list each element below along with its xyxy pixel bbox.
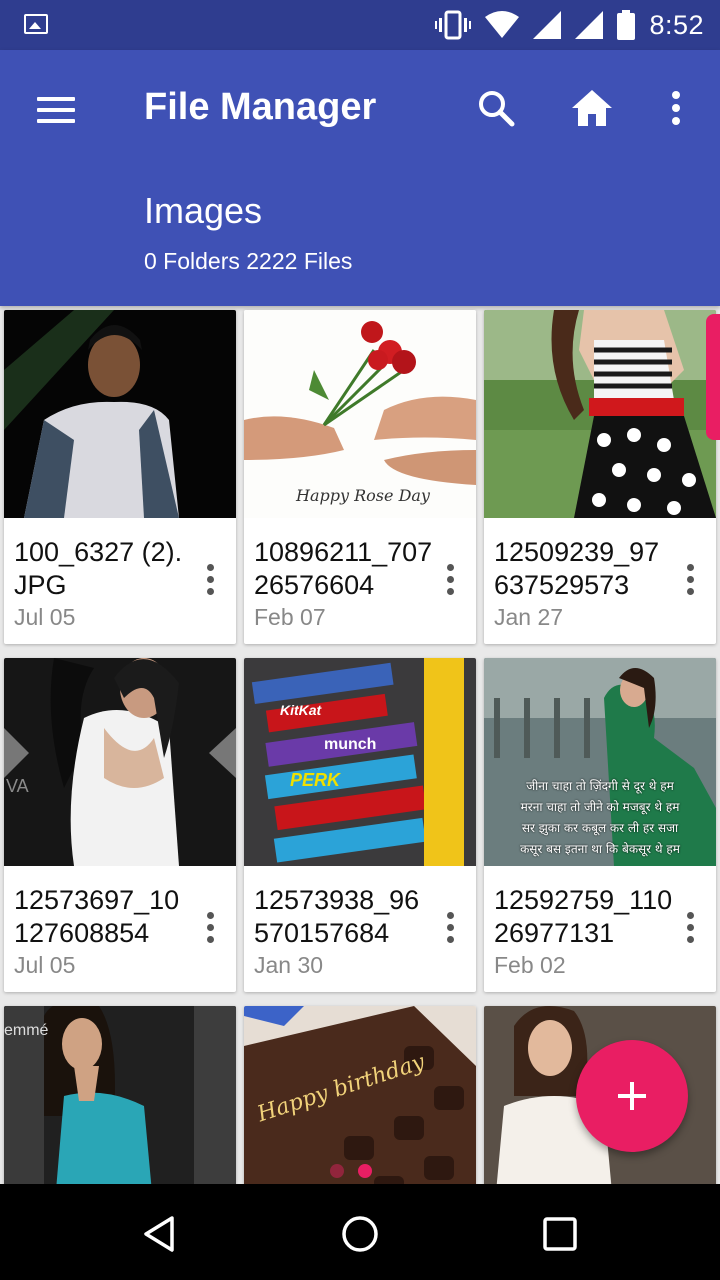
file-name: 12573697_10127608854 [14, 885, 180, 948]
file-card[interactable]: emmé [4, 1006, 236, 1184]
status-icons: 8:52 [435, 8, 704, 42]
file-card[interactable]: VA 12573697_10127608854 Jul 05 [4, 658, 236, 992]
file-card[interactable]: 12509239_97637529573 Jan 27 [484, 310, 716, 644]
gallery-icon [24, 14, 48, 34]
section-title: Images [144, 190, 263, 231]
file-date: Jul 05 [14, 952, 76, 978]
file-name: 12573938_96570157684 [254, 885, 420, 948]
more-vert-icon[interactable] [190, 902, 230, 952]
more-vert-icon[interactable] [430, 902, 470, 952]
file-card[interactable]: 100_6327 (2).JPG Jul 05 [4, 310, 236, 644]
brand-text: emmé [4, 1022, 49, 1039]
more-vert-icon[interactable] [190, 554, 230, 604]
image-thumbnail: Happy birthday [244, 1006, 476, 1184]
signal-icon [575, 11, 604, 39]
backdrop-text: VA [6, 776, 29, 796]
poem-line: कसूर बस इतना था कि बेकसूर थे हम [520, 842, 680, 856]
choc-label: munch [324, 736, 377, 753]
section-subtitle: 0 Folders 2222 Files [144, 248, 353, 274]
file-name: 10896211_70726576604 [254, 537, 433, 600]
poem-overlay: जीना चाहा तो ज़िंदगी से दूर थे हम मरना च… [484, 776, 716, 860]
choc-label: PERK [290, 770, 341, 790]
file-date: Jan 30 [254, 952, 324, 978]
more-vert-icon[interactable] [670, 554, 710, 604]
more-vert-icon[interactable] [648, 80, 704, 136]
home-nav-icon[interactable] [330, 1204, 390, 1264]
edge-handle[interactable] [706, 314, 720, 440]
wifi-icon [485, 11, 520, 38]
search-icon[interactable] [468, 80, 524, 136]
file-card[interactable]: KitKat munch PERK 12573938_96570157684 J… [244, 658, 476, 992]
image-thumbnail: Happy Rose Day [244, 310, 476, 518]
poem-line: जीना चाहा तो ज़िंदगी से दूर थे हम [526, 779, 674, 793]
navigation-bar [0, 1184, 720, 1280]
home-icon[interactable] [564, 80, 620, 136]
back-icon[interactable] [130, 1204, 190, 1264]
file-date: Feb 07 [254, 604, 326, 630]
thumb-caption: Happy Rose Day [296, 486, 430, 505]
file-name: 12509239_97637529573 [494, 537, 660, 600]
poem-line: सर झुका कर कबूल कर ली हर सजा [521, 821, 679, 835]
status-bar: 8:52 [0, 0, 720, 50]
file-card[interactable]: Happy Rose Day 10896211_70726576604 Feb … [244, 310, 476, 644]
app-bar: File Manager Images 0 Folders 2222 Files [0, 50, 720, 306]
vibrate-icon [435, 10, 472, 40]
more-vert-icon[interactable] [430, 554, 470, 604]
file-date: Jul 05 [14, 604, 76, 630]
file-date: Jan 27 [494, 604, 564, 630]
image-thumbnail [4, 310, 236, 518]
page-indicator [330, 1164, 372, 1178]
battery-icon [617, 10, 636, 40]
clock: 8:52 [649, 9, 704, 40]
image-thumbnail: KitKat munch PERK [244, 658, 476, 866]
file-card[interactable]: जीना चाहा तो ज़िंदगी से दूर थे हम मरना च… [484, 658, 716, 992]
file-card[interactable]: Happy birthday [244, 1006, 476, 1184]
plus-icon [618, 1082, 646, 1110]
image-thumbnail: जीना चाहा तो ज़िंदगी से दूर थे हम मरना च… [484, 658, 716, 866]
more-vert-icon[interactable] [670, 902, 710, 952]
recents-icon[interactable] [530, 1204, 590, 1264]
file-date: Feb 02 [494, 952, 566, 978]
image-thumbnail [484, 310, 716, 518]
file-name: 12592759_11026977131 [494, 885, 673, 948]
image-thumbnail: emmé [4, 1006, 236, 1184]
poem-line: मरना चाहा तो जीने को मजबूर थे हम [520, 800, 680, 814]
menu-icon[interactable] [28, 82, 84, 138]
add-button[interactable] [576, 1040, 688, 1152]
signal-icon [533, 11, 562, 39]
choc-label: KitKat [280, 702, 322, 718]
image-thumbnail: VA [4, 658, 236, 866]
app-title: File Manager [144, 86, 377, 128]
file-name: 100_6327 (2).JPG [14, 537, 183, 600]
